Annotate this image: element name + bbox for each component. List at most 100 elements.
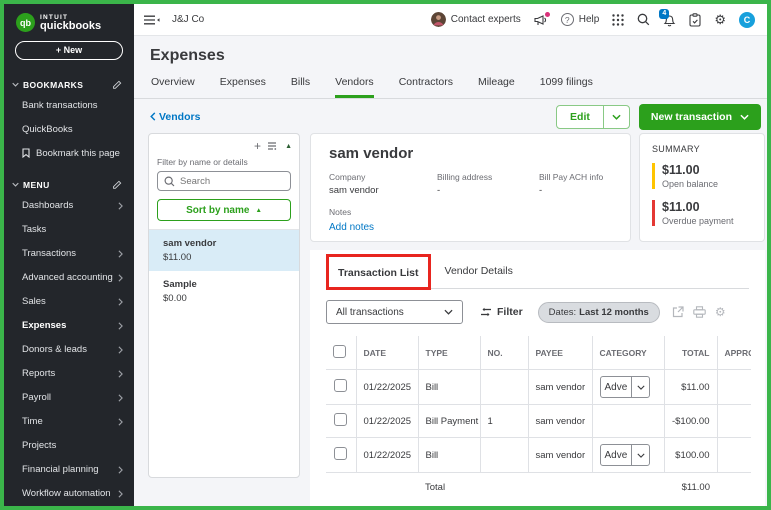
sidebar-item-workflow-automation[interactable]: Workflow automation bbox=[4, 482, 134, 506]
sidebar-item-tasks[interactable]: Tasks bbox=[4, 218, 134, 242]
vendor-list-item[interactable]: Sample $0.00 bbox=[149, 271, 299, 312]
table-settings-gear-icon[interactable]: ⚙ bbox=[715, 305, 726, 319]
search-icon[interactable] bbox=[637, 13, 650, 26]
sidebar-item-payroll[interactable]: Payroll bbox=[4, 386, 134, 410]
menu-header[interactable]: MENU bbox=[4, 176, 134, 194]
tab-mileage[interactable]: Mileage bbox=[478, 76, 515, 98]
column-header-total: TOTAL bbox=[664, 336, 718, 370]
page-content: Expenses Overview Expenses Bills Vendors… bbox=[134, 36, 767, 506]
contact-experts-button[interactable]: Contact experts bbox=[430, 12, 521, 27]
vendor-search-input[interactable] bbox=[180, 175, 284, 187]
sidebar-item-donors-leads[interactable]: Donors & leads bbox=[4, 338, 134, 362]
open-balance-item: $11.00 Open balance bbox=[652, 163, 752, 189]
tasks-clipboard-icon[interactable] bbox=[689, 12, 701, 27]
settings-gear-icon[interactable]: ⚙ bbox=[714, 13, 726, 26]
notes-label: Notes bbox=[329, 207, 352, 217]
help-label: Help bbox=[578, 14, 600, 25]
tab-1099-filings[interactable]: 1099 filings bbox=[540, 76, 593, 98]
menu-item-label: Expenses bbox=[22, 320, 67, 332]
menu-item-label: Financial planning bbox=[22, 464, 99, 476]
edit-button[interactable]: Edit bbox=[557, 105, 604, 128]
select-all-checkbox[interactable] bbox=[333, 345, 346, 358]
tab-vendors[interactable]: Vendors bbox=[335, 76, 374, 98]
notifications-bell-icon[interactable]: 4 bbox=[659, 8, 676, 27]
collapse-sidebar-icon[interactable] bbox=[144, 15, 160, 25]
bookmark-label: Bank transactions bbox=[22, 99, 98, 111]
dates-filter-pill[interactable]: Dates: Last 12 months bbox=[537, 301, 660, 323]
sidebar-item-sales[interactable]: Sales bbox=[4, 290, 134, 314]
bookmark-this-page[interactable]: Bookmark this page bbox=[4, 141, 134, 165]
help-button[interactable]: ? Help bbox=[560, 13, 600, 26]
expert-avatar bbox=[430, 12, 446, 27]
sidebar-item-dashboards[interactable]: Dashboards bbox=[4, 194, 134, 218]
vendor-search-box bbox=[157, 171, 291, 191]
cell-type: Bill Payment bbox=[418, 404, 481, 438]
sidebar-item-transactions[interactable]: Transactions bbox=[4, 242, 134, 266]
chevron-right-icon bbox=[118, 394, 123, 402]
collapse-panel-icon[interactable]: ▲ bbox=[285, 143, 292, 150]
vendor-name: Sample bbox=[163, 279, 197, 290]
user-avatar[interactable]: C bbox=[739, 11, 755, 28]
cell-date: 01/22/2025 bbox=[356, 437, 419, 473]
edit-bookmarks-icon[interactable] bbox=[112, 80, 122, 90]
sidebar-item-projects[interactable]: Projects bbox=[4, 434, 134, 458]
cell-approval bbox=[717, 404, 751, 438]
sidebar-item-financial-planning[interactable]: Financial planning bbox=[4, 458, 134, 482]
sidebar-item-time[interactable]: Time bbox=[4, 410, 134, 434]
sidebar-item-reports[interactable]: Reports bbox=[4, 362, 134, 386]
apps-grid-icon[interactable] bbox=[612, 13, 625, 26]
edit-dropdown-button[interactable] bbox=[604, 106, 629, 128]
add-vendor-icon[interactable]: + bbox=[254, 140, 261, 152]
new-transaction-button[interactable]: New transaction bbox=[638, 103, 761, 130]
category-value: Adve bbox=[601, 445, 633, 465]
export-icon[interactable] bbox=[672, 306, 684, 318]
filter-button[interactable]: Filter bbox=[480, 306, 523, 318]
tab-expenses[interactable]: Expenses bbox=[220, 76, 266, 98]
sidebar-item-expenses[interactable]: Expenses bbox=[4, 314, 134, 338]
sidebar-item-quickbooks[interactable]: QuickBooks bbox=[4, 117, 134, 141]
chevron-down-icon bbox=[740, 114, 749, 120]
qb-logo-icon: qb bbox=[16, 13, 35, 33]
print-icon[interactable] bbox=[693, 306, 706, 318]
vendor-amount: $11.00 bbox=[163, 252, 192, 263]
row-checkbox[interactable] bbox=[334, 379, 348, 392]
new-button[interactable]: + New bbox=[15, 40, 123, 60]
back-to-vendors-link[interactable]: Vendors bbox=[150, 111, 200, 123]
edit-menu-icon[interactable] bbox=[112, 180, 122, 190]
row-checkbox[interactable] bbox=[334, 447, 348, 460]
menu-item-label: Donors & leads bbox=[22, 344, 87, 356]
sidebar-item-advanced-accounting[interactable]: Advanced accounting bbox=[4, 266, 134, 290]
contact-experts-label: Contact experts bbox=[450, 14, 521, 25]
tab-bills[interactable]: Bills bbox=[291, 76, 310, 98]
sort-by-name-button[interactable]: Sort by name ▲ bbox=[157, 199, 291, 221]
transaction-type-select[interactable]: All transactions bbox=[326, 300, 463, 324]
page-title: Expenses bbox=[150, 47, 225, 64]
billing-address-value: - bbox=[437, 185, 441, 196]
table-row: 01/22/2025 Bill Payment 1 sam vendor -$1… bbox=[326, 404, 751, 438]
row-checkbox[interactable] bbox=[334, 413, 348, 426]
column-header-approval: APPROVAL bbox=[717, 336, 751, 370]
sidebar-item-bank-transactions[interactable]: Bank transactions bbox=[4, 94, 134, 118]
category-value: Adve bbox=[601, 377, 633, 397]
tab-vendor-details[interactable]: Vendor Details bbox=[431, 265, 513, 288]
company-label: Company bbox=[329, 172, 366, 182]
tab-overview[interactable]: Overview bbox=[151, 76, 195, 98]
tab-contractors[interactable]: Contractors bbox=[399, 76, 453, 98]
overdue-payment-item: $11.00 Overdue payment bbox=[652, 200, 752, 226]
expenses-tabs: Overview Expenses Bills Vendors Contract… bbox=[134, 76, 767, 99]
chevron-down-icon bbox=[12, 82, 19, 87]
chevron-right-icon bbox=[118, 466, 123, 474]
tab-transaction-list[interactable]: Transaction List bbox=[338, 267, 419, 279]
list-view-icon[interactable] bbox=[268, 142, 278, 150]
bookmarks-header[interactable]: BOOKMARKS bbox=[4, 76, 134, 94]
help-icon: ? bbox=[560, 13, 574, 26]
add-notes-link[interactable]: Add notes bbox=[329, 222, 374, 233]
category-select[interactable]: Adve bbox=[599, 376, 651, 398]
vendor-list-item[interactable]: sam vendor $11.00 bbox=[149, 230, 299, 271]
menu-item-label: Transactions bbox=[22, 248, 77, 260]
bookmark-this-page-label: Bookmark this page bbox=[36, 147, 120, 159]
chevron-right-icon bbox=[118, 346, 123, 354]
chevron-left-icon bbox=[150, 112, 156, 121]
announcements-icon[interactable] bbox=[534, 11, 550, 26]
category-select[interactable]: Adve bbox=[599, 444, 651, 466]
